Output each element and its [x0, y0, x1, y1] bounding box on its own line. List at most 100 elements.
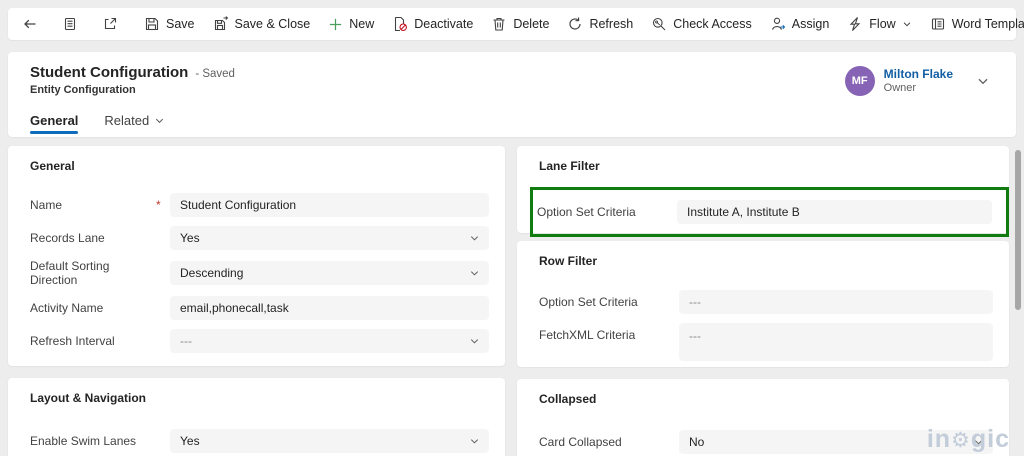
check-access-icon: [651, 16, 667, 32]
field-label: Activity Name: [30, 301, 104, 315]
back-arrow-icon: [22, 16, 38, 32]
scrollbar-thumb[interactable]: [1015, 150, 1021, 310]
default-sorting-dropdown[interactable]: Descending: [170, 261, 489, 285]
required-indicator: [156, 198, 170, 212]
field-row-name: Name Student Configuration: [30, 193, 489, 217]
save-close-icon: [213, 16, 229, 32]
section-layout-navigation: Layout & Navigation Enable Swim Lanes Ye…: [8, 378, 505, 456]
refresh-interval-dropdown[interactable]: ---: [170, 329, 489, 353]
left-column: General Name Student Configuration Recor…: [8, 146, 505, 456]
field-label: FetchXML Criteria: [539, 328, 636, 342]
enable-swim-lanes-dropdown[interactable]: Yes: [170, 429, 489, 453]
popout-button[interactable]: [96, 11, 124, 37]
section-title: Row Filter: [539, 254, 598, 268]
flow-label: Flow: [869, 17, 896, 31]
command-bar: Save Save & Close New Deactivate Delete …: [8, 8, 1024, 40]
assign-button[interactable]: Assign: [762, 11, 838, 37]
refresh-label: Refresh: [589, 17, 634, 31]
records-lane-dropdown[interactable]: Yes: [170, 226, 489, 250]
form-selector-button[interactable]: [56, 11, 84, 37]
trash-icon: [491, 16, 507, 32]
check-access-button[interactable]: Check Access: [643, 11, 760, 37]
activity-name-input[interactable]: email,phonecall,task: [170, 296, 489, 320]
highlight-box: Option Set Criteria Institute A, Institu…: [530, 187, 1009, 237]
card-collapsed-dropdown[interactable]: No: [679, 430, 993, 454]
chevron-down-icon: [154, 115, 165, 126]
new-button[interactable]: New: [320, 11, 382, 37]
section-title: Collapsed: [539, 392, 597, 406]
assign-label: Assign: [791, 17, 830, 31]
delete-button[interactable]: Delete: [483, 11, 557, 37]
save-status: - Saved: [195, 68, 235, 80]
save-label: Save: [166, 17, 195, 31]
section-title: General: [30, 159, 75, 173]
field-label: Option Set Criteria: [539, 295, 638, 309]
save-icon: [144, 16, 160, 32]
deactivate-button[interactable]: Deactivate: [384, 11, 481, 37]
form-tabs: General Related: [30, 113, 165, 137]
section-general: General Name Student Configuration Recor…: [8, 146, 505, 366]
row-option-set-criteria-input[interactable]: ---: [679, 290, 993, 314]
save-button[interactable]: Save: [136, 11, 203, 37]
popout-icon: [102, 16, 118, 32]
owner-widget[interactable]: MF Milton Flake Owner: [844, 66, 990, 96]
save-close-label: Save & Close: [234, 17, 311, 31]
flow-button[interactable]: Flow: [839, 11, 919, 37]
section-title: Layout & Navigation: [30, 391, 147, 405]
section-collapsed: Collapsed Card Collapsed No: [517, 379, 1009, 456]
field-label: Name: [30, 198, 63, 212]
header-expand-chevron-icon[interactable]: [976, 74, 990, 88]
save-close-button[interactable]: Save & Close: [205, 11, 319, 37]
chevron-down-icon: [469, 336, 480, 347]
right-column: Lane Filter Option Set Criteria Institut…: [517, 146, 1009, 456]
chevron-down-icon: [469, 233, 480, 244]
field-label: Card Collapsed: [539, 435, 622, 449]
section-title: Lane Filter: [539, 159, 600, 173]
page-title: Student Configuration: [30, 64, 189, 81]
section-lane-filter: Lane Filter Option Set Criteria Institut…: [517, 146, 1009, 237]
form-icon: [62, 16, 78, 32]
owner-role-label: Owner: [883, 81, 917, 94]
chevron-down-icon: [469, 436, 480, 447]
assign-person-icon: [770, 16, 786, 32]
section-row-filter: Row Filter Option Set Criteria --- Fetch…: [517, 241, 1009, 367]
field-row-refresh-interval: Refresh Interval ---: [30, 329, 489, 353]
field-row-option-set-criteria: Option Set Criteria Institute A, Institu…: [537, 200, 992, 224]
field-label: Enable Swim Lanes: [30, 434, 137, 448]
flow-icon: [847, 16, 863, 32]
field-label: Option Set Criteria: [537, 205, 636, 219]
word-templates-icon: [930, 16, 946, 32]
back-button[interactable]: [16, 11, 44, 37]
chevron-down-icon: [902, 19, 912, 29]
chevron-down-icon: [973, 437, 984, 448]
tab-related[interactable]: Related: [104, 113, 165, 137]
field-label: Default Sorting Direction: [30, 259, 110, 287]
field-row-card-collapsed: Card Collapsed No: [539, 430, 993, 454]
deactivate-label: Deactivate: [414, 17, 474, 31]
field-row-records-lane: Records Lane Yes: [30, 226, 489, 250]
plus-icon: [328, 17, 343, 32]
deactivate-icon: [392, 16, 408, 32]
word-templates-label: Word Templates: [951, 17, 1024, 31]
delete-label: Delete: [513, 17, 550, 31]
field-row-default-sorting: Default Sorting Direction Descending: [30, 259, 489, 287]
tab-general[interactable]: General: [30, 113, 79, 137]
word-templates-button[interactable]: Word Templates: [922, 11, 1024, 37]
fetchxml-criteria-textarea[interactable]: ---: [679, 323, 993, 361]
owner-avatar: MF: [844, 66, 875, 96]
scrollbar[interactable]: [1012, 140, 1024, 456]
check-access-label: Check Access: [673, 17, 752, 31]
field-row-enable-swim-lanes: Enable Swim Lanes Yes: [30, 429, 489, 453]
field-row-fetchxml-criteria: FetchXML Criteria ---: [539, 323, 993, 361]
refresh-icon: [567, 16, 583, 32]
field-label: Records Lane: [30, 231, 105, 245]
record-header: Student Configuration - Saved Entity Con…: [8, 52, 1016, 137]
owner-name-link[interactable]: Milton Flake: [884, 67, 953, 82]
refresh-button[interactable]: Refresh: [559, 11, 641, 37]
name-input[interactable]: Student Configuration: [170, 193, 489, 217]
new-label: New: [349, 17, 375, 31]
lane-option-set-criteria-input[interactable]: Institute A, Institute B: [677, 200, 992, 224]
field-label: Refresh Interval: [30, 334, 115, 348]
chevron-down-icon: [469, 268, 480, 279]
field-row-activity-name: Activity Name email,phonecall,task: [30, 296, 489, 320]
